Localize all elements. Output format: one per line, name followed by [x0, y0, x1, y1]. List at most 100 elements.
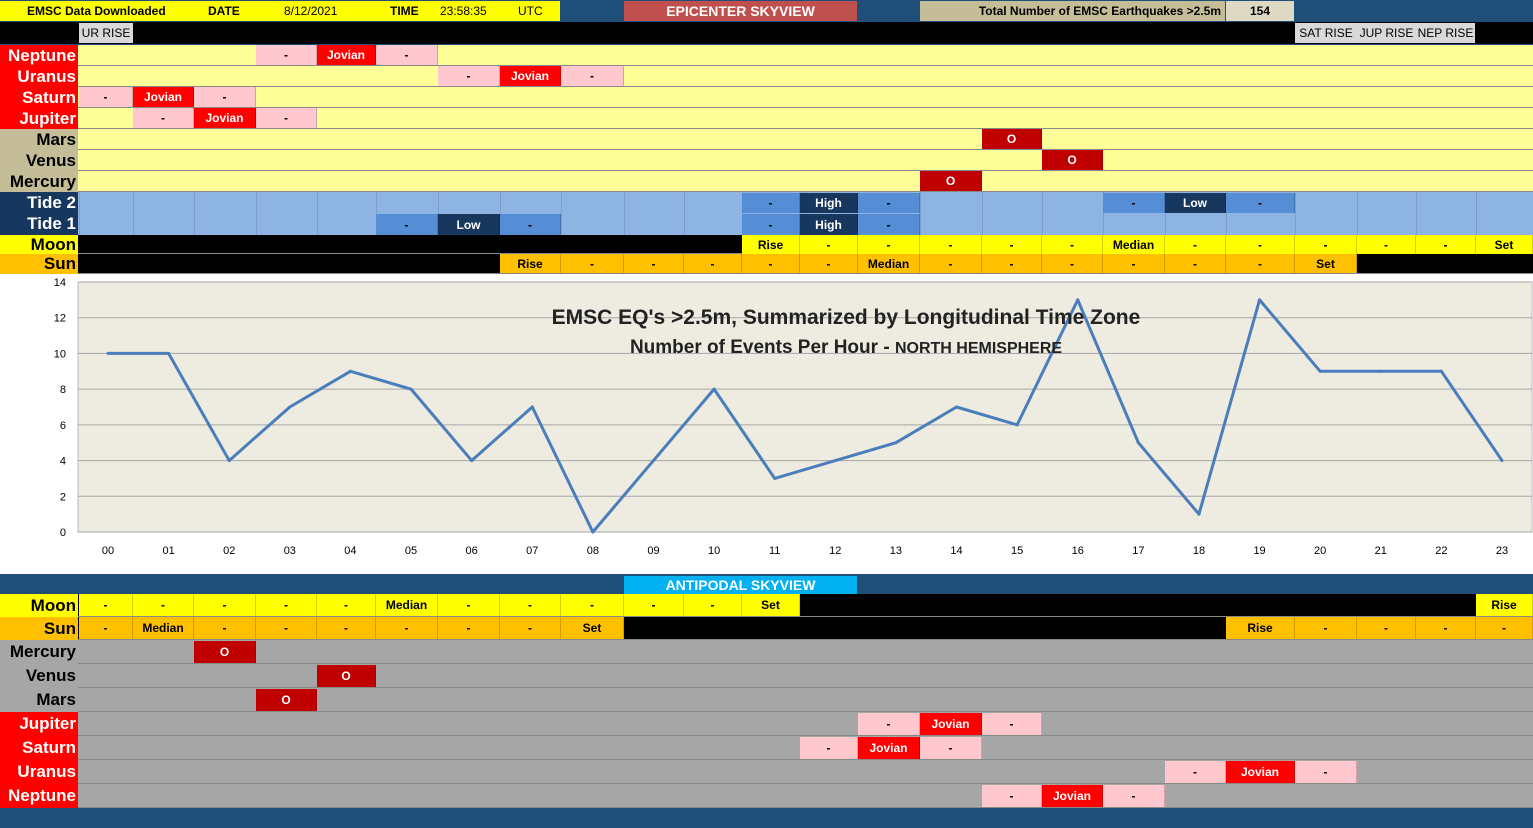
tide2-cell: - — [858, 193, 920, 213]
x-tick-label: 17 — [1132, 545, 1144, 557]
tide-col-sep — [920, 192, 921, 235]
data-point — [1439, 369, 1443, 373]
anti-neptune-cell: Jovian — [1042, 785, 1103, 807]
epi-jupiter-label: Jupiter — [0, 108, 78, 129]
anti-sun-cell: - — [256, 617, 317, 639]
anti-moon-cell: - — [624, 594, 684, 616]
data-point — [1076, 298, 1080, 302]
anti-moon-cell: - — [133, 594, 194, 616]
anti-venus-label: Venus — [0, 664, 78, 688]
y-tick-label: 10 — [54, 348, 66, 360]
data-point — [288, 405, 292, 409]
y-tick-label: 4 — [60, 456, 66, 468]
epi-moon-cell: - — [1226, 235, 1295, 254]
data-point — [894, 441, 898, 445]
anti-moon-cell: Median — [376, 594, 438, 616]
anti-jupiter-cell: Jovian — [920, 713, 982, 735]
epi-mars-row-bg — [0, 129, 1533, 150]
tide-col-sep — [1476, 192, 1477, 235]
sat-rise-label: SAT RISE — [1295, 23, 1357, 43]
anti-neptune-cell: - — [1103, 785, 1165, 807]
epi-uranus-cell: - — [438, 66, 500, 86]
x-tick-label: 04 — [344, 545, 356, 557]
epi-sun-cell: - — [561, 254, 624, 273]
anti-sun-cell: - — [1476, 617, 1533, 639]
anti-moon-cell: - — [79, 594, 133, 616]
epi-sun-cell: Median — [858, 254, 920, 273]
tide-col-sep — [982, 192, 983, 235]
tide1-cell: - — [858, 214, 920, 235]
rise-band: UR RISE SAT RISE JUP RISE NEP RISE — [0, 22, 1533, 44]
anti-mars-cell: O — [256, 689, 317, 711]
x-tick-label: 20 — [1314, 545, 1326, 557]
tide-col-sep — [317, 192, 318, 235]
anti-sun-cell: - — [500, 617, 561, 639]
chart-title: EMSC EQ's >2.5m, Summarized by Longitudi… — [552, 306, 1141, 329]
anti-moon-cell: - — [500, 594, 561, 616]
ur-rise-label: UR RISE — [79, 23, 133, 43]
anti-neptune-label: Neptune — [0, 784, 78, 808]
data-point — [167, 351, 171, 355]
epi-moon-cell: - — [1295, 235, 1357, 254]
epi-moon-cell: - — [1357, 235, 1416, 254]
anti-mercury-cell: O — [194, 641, 256, 663]
anti-jupiter-cell: - — [982, 713, 1042, 735]
data-point — [1379, 369, 1383, 373]
anti-jupiter-row-bg — [0, 712, 1533, 736]
epi-sun-cell: - — [800, 254, 858, 273]
epi-jupiter-cell: - — [256, 108, 317, 128]
events-per-hour-line-chart: 0246810121400 01 02 03 04 05 06 07 08 09 10 11 12 13 1… — [54, 277, 1533, 557]
tz-value: UTC — [518, 4, 543, 18]
epi-sun-cell: Set — [1295, 254, 1357, 273]
y-tick-label: 14 — [54, 277, 66, 289]
data-point — [955, 405, 959, 409]
y-tick-label: 12 — [54, 313, 66, 325]
x-tick-label: 14 — [950, 545, 962, 557]
data-point — [591, 530, 595, 534]
epi-uranus-row-bg — [0, 66, 1533, 87]
chart-area: 0 2 4 6 8 10 12 14 00 01 02 03 04 05 06 07 08 09 10 11 12 13 1… — [0, 274, 1533, 574]
epi-moon-cell: - — [982, 235, 1042, 254]
x-tick-label: 23 — [1496, 545, 1508, 557]
x-tick-label: 22 — [1435, 545, 1447, 557]
anti-moon-cell: - — [561, 594, 624, 616]
epi-saturn-cell: - — [79, 87, 133, 107]
data-point — [773, 476, 777, 480]
jup-rise-label: JUP RISE — [1357, 23, 1416, 43]
data-point — [470, 459, 474, 463]
anti-sun-cell: - — [1416, 617, 1476, 639]
tide-col-sep — [684, 192, 685, 235]
epi-saturn-cell: Jovian — [133, 87, 194, 107]
anti-saturn-cell: Jovian — [858, 737, 920, 759]
tide-col-sep — [561, 192, 562, 235]
x-tick-label: 11 — [769, 545, 780, 557]
y-tick-label: 6 — [60, 420, 66, 432]
anti-jupiter-cell: - — [858, 713, 920, 735]
epi-moon-cell: - — [858, 235, 920, 254]
anti-sun-cell: - — [376, 617, 438, 639]
data-point — [833, 459, 837, 463]
epi-moon-cell: Rise — [742, 235, 800, 254]
anti-moon-cell: - — [317, 594, 376, 616]
epi-uranus-cell: Jovian — [500, 66, 561, 86]
data-point — [1015, 423, 1019, 427]
epi-moon-cell: - — [1416, 235, 1476, 254]
anti-venus-row-bg — [0, 664, 1533, 688]
anti-sun-label: Sun — [0, 617, 78, 640]
x-tick-label: 19 — [1253, 545, 1265, 557]
epi-moon-cell: Set — [1476, 235, 1533, 254]
data-point — [1136, 441, 1140, 445]
y-tick-label: 8 — [60, 384, 66, 396]
epi-moon-cell: - — [1165, 235, 1226, 254]
date-label: DATE — [208, 4, 240, 18]
anti-saturn-cell: - — [920, 737, 982, 759]
anti-sun-cell: - — [317, 617, 376, 639]
x-tick-label: 16 — [1072, 545, 1084, 557]
epi-mars-cell: O — [982, 129, 1042, 149]
anti-sun-cell: Median — [133, 617, 194, 639]
x-tick-label: 18 — [1193, 545, 1205, 557]
anti-sun-cell: - — [438, 617, 500, 639]
x-tick-label: 03 — [284, 545, 296, 557]
anti-sun-cell: - — [79, 617, 133, 639]
epi-sun-cell: - — [920, 254, 982, 273]
